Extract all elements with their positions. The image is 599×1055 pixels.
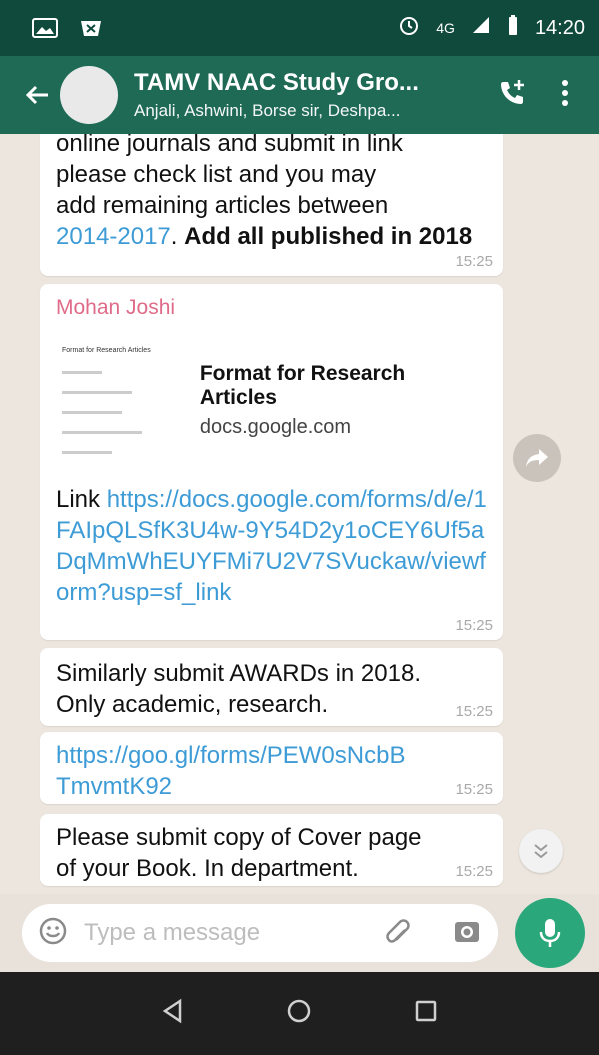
message-time: 15:25 (455, 703, 493, 720)
group-avatar[interactable] (60, 66, 118, 124)
signal-icon (471, 15, 491, 41)
message-text: https://goo.gl/forms/PEW0sNcbBTmvmtK92 (56, 740, 487, 802)
forward-icon (526, 449, 548, 467)
message-placeholder: Type a message (84, 919, 261, 946)
phone-screen: 4G 14:20 TAMV NAAC Study Gro... Anjali, … (0, 0, 599, 1055)
app-notification-icon (78, 17, 104, 39)
message-text: Similarly submit AWARDs in 2018. Only ac… (56, 660, 421, 718)
nav-back-icon (162, 998, 182, 1024)
message-time: 15:25 (455, 863, 493, 880)
battery-icon (507, 14, 519, 42)
message-bubble[interactable]: online journals and submit in link pleas… (40, 134, 503, 276)
message-text: Please submit copy of Cover page of your… (56, 824, 422, 882)
message-input[interactable]: Type a message (22, 904, 498, 962)
preview-title: Format for Research Articles (199, 361, 406, 409)
camera-icon (455, 921, 479, 942)
network-label: 4G (436, 20, 455, 36)
menu-button[interactable] (561, 79, 569, 112)
mic-button[interactable] (515, 898, 585, 968)
status-time: 14:20 (534, 16, 585, 39)
paperclip-icon (386, 918, 410, 943)
message-bubble[interactable]: Mohan Joshi Format for Research Articles… (40, 284, 503, 640)
emoji-icon (39, 917, 67, 944)
link-preview[interactable]: Format for Research Articles Format for … (56, 330, 487, 470)
emoji-button[interactable] (38, 916, 68, 951)
nav-recents-button[interactable] (413, 998, 439, 1029)
sender-name: Mohan Joshi (56, 296, 176, 319)
chat-title: TAMV NAAC Study Gro... (134, 69, 419, 96)
nav-home-icon (288, 999, 311, 1023)
message-time: 15:25 (455, 781, 493, 798)
message-text: online journals and submit in link pleas… (56, 134, 473, 250)
message-time: 15:25 (455, 253, 493, 270)
alarm-icon (398, 14, 420, 42)
chat-header: TAMV NAAC Study Gro... Anjali, Ashwini, … (0, 56, 599, 134)
bold-text: Add all published in 2018 (184, 223, 473, 250)
double-chevron-down-icon (534, 844, 548, 859)
message-bubble[interactable]: Please submit copy of Cover page of your… (40, 814, 503, 886)
scroll-down-button[interactable] (519, 829, 563, 873)
back-button[interactable] (16, 73, 60, 117)
kebab-menu-icon (562, 79, 568, 106)
message-link[interactable]: 2014-2017 (56, 223, 171, 250)
add-call-button[interactable] (497, 78, 527, 113)
gallery-notification-icon (32, 17, 58, 39)
forward-button[interactable] (513, 434, 561, 482)
preview-thumbnail: Format for Research Articles (56, 335, 184, 465)
status-bar: 4G 14:20 (0, 0, 599, 56)
message-text: Link https://docs.google.com/forms/d/e/1… (56, 486, 487, 606)
camera-button[interactable] (452, 916, 482, 951)
arrow-left-icon (25, 85, 48, 105)
system-nav-bar (0, 972, 599, 1055)
add-call-icon (501, 79, 524, 104)
message-list[interactable]: online journals and submit in link pleas… (0, 134, 599, 894)
attach-button[interactable] (382, 916, 412, 951)
chat-info[interactable]: TAMV NAAC Study Gro... Anjali, Ashwini, … (134, 69, 454, 121)
nav-back-button[interactable] (160, 998, 186, 1029)
message-link[interactable]: https://goo.gl/forms/PEW0sNcbBTmvmtK92 (56, 742, 405, 800)
mic-icon (539, 919, 561, 947)
nav-recents-icon (415, 1000, 437, 1022)
message-link[interactable]: https://docs.google.com/forms/d/e/1FAIpQ… (56, 486, 487, 606)
message-bubble[interactable]: Similarly submit AWARDs in 2018. Only ac… (40, 648, 503, 726)
composer-bar: Type a message (0, 894, 599, 972)
chat-participants: Anjali, Ashwini, Borse sir, Deshpa... (134, 101, 401, 120)
nav-home-button[interactable] (286, 998, 312, 1029)
message-time: 15:25 (455, 617, 493, 634)
message-bubble[interactable]: https://goo.gl/forms/PEW0sNcbBTmvmtK92 1… (40, 732, 503, 804)
preview-domain: docs.google.com (199, 415, 352, 438)
